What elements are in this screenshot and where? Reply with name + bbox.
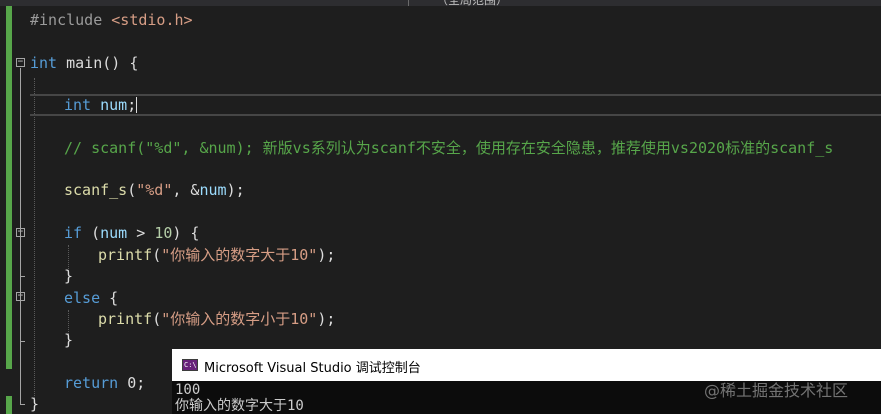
code-line-declare[interactable]: int num; <box>64 95 138 115</box>
scope-dropdown[interactable]: （全局范围） <box>436 0 508 8</box>
scanf-var: num <box>199 181 227 199</box>
return-keyword: return <box>64 374 119 392</box>
current-line-highlight <box>30 94 881 116</box>
fold-region-end <box>20 404 25 405</box>
scanf-open: ( <box>127 181 137 199</box>
code-line-main-close[interactable]: } <box>30 394 39 414</box>
else-keyword: else <box>64 289 101 307</box>
main-declaration: main() { <box>57 54 139 72</box>
code-line-if-close[interactable]: } <box>64 266 73 286</box>
var-name: num <box>100 96 128 114</box>
printf-open: ( <box>152 310 162 328</box>
scanf-close: ); <box>226 181 245 199</box>
change-tracking-bar <box>6 6 12 369</box>
if-keyword: if <box>64 224 83 242</box>
if-number: 10 <box>154 224 173 242</box>
var-type: int <box>64 96 92 114</box>
scanf-args: , & <box>172 181 200 199</box>
code-line-comment[interactable]: // scanf("%d", &num); 新版vs系列认为scanf不安全，使… <box>64 138 833 158</box>
if-open: ( <box>82 224 101 242</box>
printf-function: printf <box>98 310 153 328</box>
change-tracking-bar-bottom <box>6 396 12 414</box>
printf-string-big: "你输入的数字大于10" <box>161 246 318 264</box>
var-end: ; <box>127 96 137 114</box>
fold-collapse-icon[interactable]: − <box>16 58 25 67</box>
console-app-icon: C:\ <box>182 359 198 371</box>
code-line-printf-small[interactable]: printf("你输入的数字小于10"); <box>98 309 335 329</box>
code-line-if[interactable]: if (num > 10) { <box>64 223 199 243</box>
watermark: @稀土掘金技术社区 <box>704 381 849 400</box>
if-var: num <box>100 224 128 242</box>
fold-region-end <box>20 341 25 342</box>
scanf-format: "%d" <box>136 181 173 199</box>
code-line-printf-big[interactable]: printf("你输入的数字大于10"); <box>98 245 335 265</box>
printf-open: ( <box>152 246 162 264</box>
return-value: 0; <box>118 374 146 392</box>
toolbar-separator <box>408 0 409 6</box>
code-line-else-close[interactable]: } <box>64 330 73 350</box>
console-title: Microsoft Visual Studio 调试控制台 <box>204 361 421 376</box>
code-line-else[interactable]: else { <box>64 288 118 308</box>
code-line-main[interactable]: int main() { <box>30 53 138 73</box>
if-operator: > <box>127 224 155 242</box>
printf-function: printf <box>98 246 153 264</box>
if-close: ) { <box>172 224 200 242</box>
else-open: { <box>100 289 119 307</box>
indent-guide <box>34 78 35 398</box>
printf-close: ); <box>317 310 336 328</box>
printf-close: ); <box>317 246 336 264</box>
text-caret <box>136 97 138 113</box>
main-return-type: int <box>30 54 58 72</box>
include-header: <stdio.h> <box>111 11 193 29</box>
code-line-return[interactable]: return 0; <box>64 373 145 393</box>
fold-collapse-icon[interactable]: − <box>16 228 25 237</box>
printf-string-small: "你输入的数字小于10" <box>161 310 318 328</box>
scanf-function: scanf_s <box>64 181 128 199</box>
code-line-scanf[interactable]: scanf_s("%d", &num); <box>64 180 245 200</box>
code-line-include[interactable]: #include <stdio.h> <box>30 10 193 30</box>
console-output-line: 你输入的数字大于10 <box>175 398 304 414</box>
scope-toolbar: （全局范围） <box>0 0 881 8</box>
fold-collapse-icon[interactable]: − <box>16 292 25 301</box>
fold-region-end <box>20 276 25 277</box>
include-directive: #include <box>30 11 103 29</box>
console-output-line: 100 <box>175 382 201 398</box>
